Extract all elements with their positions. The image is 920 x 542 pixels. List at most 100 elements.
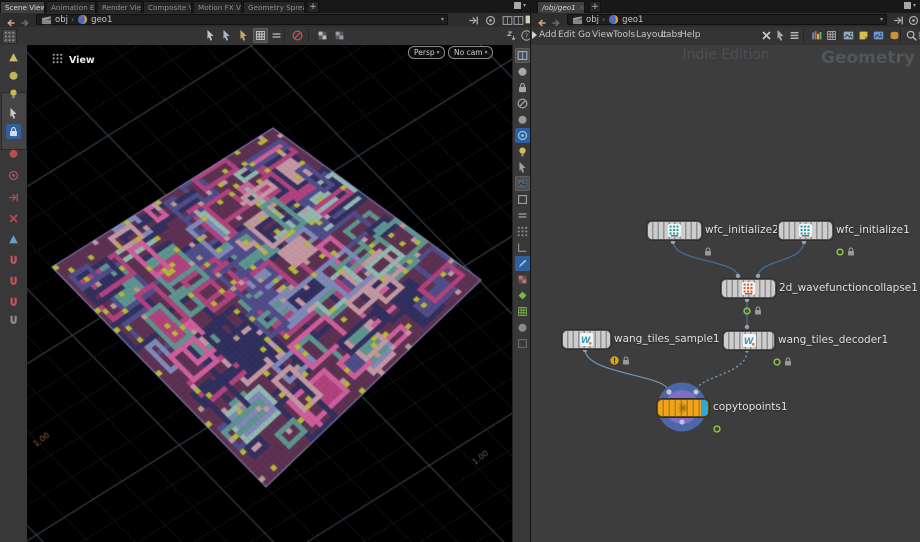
occlusion-icon[interactable] <box>290 28 305 43</box>
tab-scene-view[interactable]: Scene View × <box>0 1 45 13</box>
toolbar-drag-handle[interactable] <box>2 29 17 44</box>
tab-animation-editor[interactable]: Animation Editor × <box>46 1 96 13</box>
pane-splitter-arrow[interactable] <box>532 31 537 39</box>
rail-lock-icon-2[interactable] <box>515 80 530 95</box>
snap-prim-icon[interactable] <box>6 295 21 310</box>
background-image-icon[interactable] <box>841 28 856 43</box>
node-body[interactable]: W <box>723 331 775 350</box>
lock-flag-icon[interactable] <box>622 350 630 369</box>
select-mode-icon[interactable] <box>203 28 218 43</box>
pane-menu-button[interactable]: ▾ <box>904 2 916 9</box>
lock-flag-icon[interactable] <box>704 241 712 260</box>
path-breadcrumb[interactable]: obj › geo1 ▾ <box>36 14 448 25</box>
forward-button[interactable] <box>550 14 562 26</box>
output-flag-icon[interactable] <box>836 241 844 260</box>
network-editor[interactable]: Indie Edition Geometry <box>531 45 920 542</box>
color-palette-icon[interactable] <box>809 28 824 43</box>
lock-flag-icon[interactable] <box>847 241 855 260</box>
menu-add[interactable]: Add <box>539 30 556 40</box>
lock-flag-icon[interactable] <box>784 351 792 370</box>
menu-tools[interactable]: Tools <box>613 30 635 40</box>
rail-ball-icon-17[interactable] <box>515 320 530 335</box>
viewport-canvas[interactable] <box>27 45 512 542</box>
menu-labs[interactable]: Labs <box>661 30 682 40</box>
delete-tool-icon[interactable] <box>6 211 21 226</box>
snap-point-icon[interactable] <box>6 274 21 289</box>
chevron-down-icon[interactable]: ▾ <box>441 16 444 23</box>
secure-selection-icon[interactable] <box>253 28 268 43</box>
rail-slash-icon-3[interactable] <box>515 96 530 111</box>
sticky-note-icon[interactable] <box>856 28 871 43</box>
menu-edit[interactable]: Edit <box>558 30 575 40</box>
pin-pane-icon[interactable] <box>466 13 481 28</box>
back-button[interactable] <box>5 14 17 26</box>
scene-viewport[interactable]: View Persp ▾ No cam ▾ <box>27 45 512 542</box>
rail-bulb-icon-6[interactable] <box>515 144 530 159</box>
pane-menu-button[interactable]: ▾ <box>514 2 526 9</box>
node-body[interactable] <box>721 279 776 298</box>
node-body[interactable]: W <box>562 330 611 349</box>
shade-mode-icon[interactable] <box>315 28 330 43</box>
breadcrumb-leaf[interactable]: geo1 <box>91 15 112 25</box>
lock-flag-icon[interactable] <box>754 300 762 319</box>
back-button[interactable] <box>536 14 548 26</box>
warning-flag-icon[interactable] <box>610 350 619 369</box>
pin-pane-icon[interactable] <box>891 13 906 28</box>
persp-camera-button[interactable]: Persp ▾ <box>408 46 445 59</box>
output-flag-icon[interactable] <box>713 418 721 437</box>
no-cam-button[interactable]: No cam ▾ <box>448 46 493 59</box>
new-tab-button[interactable]: + <box>307 1 319 13</box>
tab-geometry-spreadsheet[interactable]: Geometry Spreadsheet × <box>243 1 305 13</box>
rail-ball-icon-1[interactable] <box>515 64 530 79</box>
rail-corner-icon-12[interactable] <box>515 240 530 255</box>
node-body[interactable] <box>647 221 702 240</box>
rail-ball-icon-4[interactable] <box>515 112 530 127</box>
snap-multi-icon[interactable] <box>6 313 21 328</box>
rail-box-icon-18[interactable] <box>515 336 530 351</box>
breadcrumb-root[interactable]: obj <box>55 15 68 25</box>
rail-pencil-icon-13[interactable] <box>515 256 530 271</box>
output-flag-icon[interactable] <box>743 300 751 319</box>
rail-grid9-icon-16[interactable] <box>515 304 530 319</box>
rail-photo-icon-8[interactable] <box>515 176 530 191</box>
light-icon[interactable] <box>6 86 21 101</box>
tab-render-view[interactable]: Render View × <box>97 1 142 13</box>
menu-go[interactable]: Go <box>578 30 590 40</box>
node-body[interactable] <box>657 399 709 417</box>
menu-view[interactable]: View <box>592 30 613 40</box>
secure-selection-lock-icon[interactable] <box>6 124 21 139</box>
snap-grid-icon[interactable] <box>6 253 21 268</box>
rail-target-icon-5[interactable] <box>515 128 530 143</box>
output-flag-icon[interactable] <box>773 351 781 370</box>
overview-icon[interactable] <box>916 28 920 43</box>
tab-composite-view[interactable]: Composite View × <box>143 1 192 13</box>
rail-cursor-icon-7[interactable] <box>515 160 530 175</box>
link-pane-icon[interactable] <box>906 13 920 28</box>
new-tab-button[interactable]: + <box>589 1 601 13</box>
ambient-light-icon[interactable] <box>6 68 21 83</box>
pose-tool-icon[interactable] <box>6 146 21 161</box>
sort-icon[interactable] <box>503 28 518 43</box>
select-tool-icon[interactable] <box>6 106 21 121</box>
tools-icon[interactable] <box>759 28 774 43</box>
node-body[interactable] <box>778 221 833 240</box>
rail-eq-icon-10[interactable] <box>515 208 530 223</box>
chevron-down-icon[interactable]: ▾ <box>880 16 883 23</box>
wire-shade-icon[interactable] <box>332 28 347 43</box>
path-breadcrumb[interactable]: obj › geo1 ▾ <box>567 14 887 25</box>
rail-diamond-icon-15[interactable] <box>515 288 530 303</box>
rail-dots-icon-11[interactable] <box>515 224 530 239</box>
lamp-icon[interactable] <box>6 50 21 65</box>
translate-mode-icon[interactable] <box>219 28 234 43</box>
rail-check-icon-14[interactable] <box>515 272 530 287</box>
forward-button[interactable] <box>19 14 31 26</box>
breadcrumb-root[interactable]: obj <box>586 15 599 25</box>
transform-tool-icon[interactable] <box>6 168 21 183</box>
rail-panes-icon-0[interactable] <box>515 48 530 63</box>
breadcrumb-leaf[interactable]: geo1 <box>622 15 643 25</box>
tab-motion-fx-view[interactable]: Motion FX View × <box>193 1 242 13</box>
paint-tool-icon[interactable] <box>6 232 21 247</box>
handles-mode-icon[interactable] <box>236 28 251 43</box>
menu-help[interactable]: Help <box>680 30 701 40</box>
parameter-list-icon[interactable] <box>787 28 802 43</box>
